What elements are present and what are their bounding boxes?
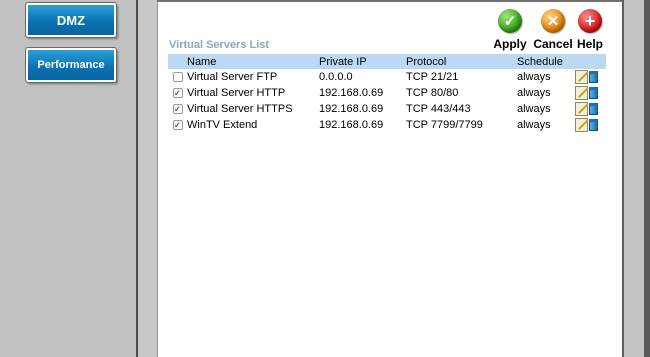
trash-icon[interactable]	[589, 119, 598, 131]
help-label: Help	[576, 37, 603, 51]
header-actions	[575, 54, 606, 69]
row-private-ip: 192.168.0.69	[319, 103, 384, 115]
row-schedule: always	[517, 87, 551, 99]
row-schedule: always	[517, 71, 551, 83]
help-icon: +	[578, 9, 602, 33]
header-checkbox-col	[168, 54, 187, 69]
cancel-icon: ✕	[541, 9, 565, 33]
header-name: Name	[187, 54, 319, 69]
edit-icon[interactable]	[575, 118, 588, 132]
trash-icon[interactable]	[589, 103, 598, 115]
row-enable-checkbox[interactable]	[172, 72, 183, 83]
row-private-ip: 192.168.0.69	[319, 119, 384, 131]
table-row: ✓ Virtual Server HTTPS 192.168.0.69 TCP …	[168, 101, 606, 117]
header-protocol: Protocol	[406, 54, 517, 69]
row-name: Virtual Server FTP	[187, 71, 278, 83]
row-private-ip: 192.168.0.69	[319, 87, 384, 99]
table-row: ✓ Virtual Server HTTP 192.168.0.69 TCP 8…	[168, 85, 606, 101]
trash-icon[interactable]	[589, 87, 598, 99]
row-protocol: TCP 80/80	[406, 87, 459, 99]
row-schedule: always	[517, 103, 551, 115]
row-protocol: TCP 7799/7799	[406, 119, 483, 131]
row-enable-checkbox[interactable]: ✓	[172, 120, 183, 131]
table-row: Virtual Server FTP 0.0.0.0 TCP 21/21 alw…	[168, 69, 606, 85]
help-button[interactable]: + Help	[568, 9, 612, 51]
edit-icon[interactable]	[575, 70, 588, 84]
row-name: Virtual Server HTTP	[187, 87, 286, 99]
row-enable-checkbox[interactable]: ✓	[172, 88, 183, 99]
nav-dmz-button[interactable]: DMZ	[25, 2, 117, 38]
row-protocol: TCP 21/21	[406, 71, 459, 83]
trash-icon[interactable]	[589, 71, 598, 83]
row-name: WinTV Extend	[187, 119, 258, 131]
section-title: Virtual Servers List	[169, 39, 270, 51]
nav-gutter	[138, 0, 156, 357]
edit-icon[interactable]	[575, 102, 588, 116]
checkmark-icon: ✓	[498, 9, 522, 33]
row-schedule: always	[517, 119, 551, 131]
nav-performance-button[interactable]: Performance	[25, 47, 117, 83]
header-schedule: Schedule	[517, 54, 575, 69]
row-enable-checkbox[interactable]: ✓	[172, 104, 183, 115]
header-private-ip: Private IP	[319, 54, 406, 69]
virtual-servers-table: Name Private IP Protocol Schedule Virtua…	[168, 54, 606, 133]
table-header-row: Name Private IP Protocol Schedule	[168, 54, 606, 69]
right-gutter	[624, 0, 644, 357]
apply-label: Apply	[493, 37, 527, 51]
top-border	[157, 0, 623, 2]
right-edge	[644, 0, 650, 357]
row-name: Virtual Server HTTPS	[187, 103, 293, 115]
apply-button[interactable]: ✓ Apply	[488, 9, 532, 51]
edit-icon[interactable]	[575, 86, 588, 100]
table-row: ✓ WinTV Extend 192.168.0.69 TCP 7799/779…	[168, 117, 606, 133]
row-private-ip: 0.0.0.0	[319, 71, 353, 83]
row-protocol: TCP 443/443	[406, 103, 471, 115]
